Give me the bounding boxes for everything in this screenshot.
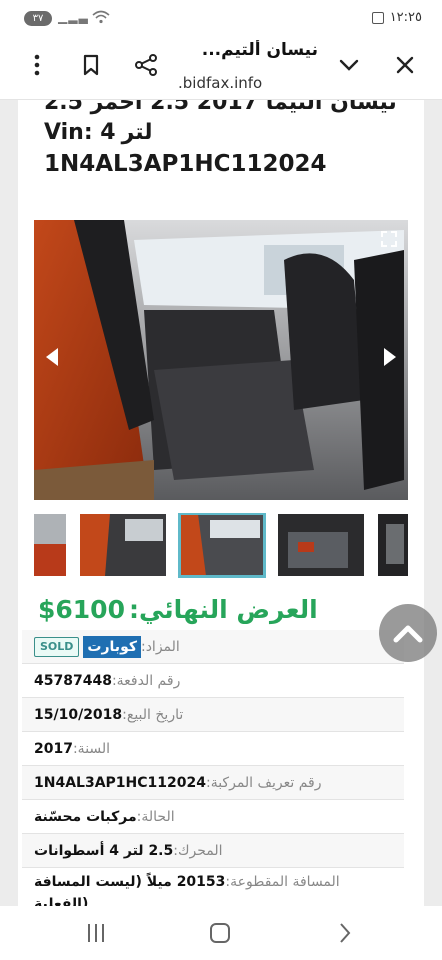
title-line-2: Vin: 4 لتر: [44, 118, 398, 148]
page-viewport[interactable]: نيسان ألتيما 2017 2.5 أحمر 2.5 Vin: 4 لت…: [0, 100, 442, 906]
home-icon[interactable]: [210, 923, 230, 943]
lot-label: رقم الدفعة:: [111, 672, 181, 689]
year-label: السنة:: [72, 740, 111, 757]
recents-icon[interactable]: [86, 922, 106, 944]
engine-value: 2.5 لتر 4 أسطوانات: [34, 842, 174, 859]
listing-content: نيسان ألتيما 2017 2.5 أحمر 2.5 Vin: 4 لت…: [18, 100, 424, 906]
lot-value: 45787448: [34, 672, 112, 689]
price-label: العرض النهائي:: [128, 594, 318, 624]
thumbnail[interactable]: [34, 514, 66, 576]
close-icon[interactable]: [390, 50, 420, 80]
sale-date-label: تاريخ البيع:: [122, 706, 184, 723]
gallery-next-icon[interactable]: [384, 348, 396, 366]
expand-icon[interactable]: [380, 230, 398, 248]
back-icon[interactable]: [338, 922, 352, 944]
bookmark-icon[interactable]: [76, 50, 106, 80]
mileage-value-cont: الفعلية): [34, 896, 89, 906]
page-url[interactable]: .bidfax.info: [178, 74, 318, 92]
year-value: 2017: [34, 740, 73, 757]
share-icon[interactable]: [131, 50, 161, 80]
thumbnail[interactable]: [80, 514, 166, 576]
row-lot: 45787448 رقم الدفعة:: [22, 664, 404, 698]
row-sale-date: 15/10/2018 تاريخ البيع:: [22, 698, 404, 732]
title-vin-prefix: Vin: 4: [44, 120, 116, 145]
signal-icon: ▁▂▃: [58, 10, 89, 24]
title-line-1: نيسان ألتيما 2017 2.5 أحمر 2.5: [44, 100, 397, 115]
chevron-down-icon[interactable]: [334, 50, 364, 80]
row-condition: مركبات محسّنة الحالة:: [22, 800, 404, 834]
status-time: ١٢:٢٥: [389, 10, 422, 25]
page-title: نيسان ألتيم...: [201, 40, 318, 60]
wifi-icon: [92, 10, 110, 24]
row-vin: 1N4AL3AP1HC112024 رقم تعريف المركبة:: [22, 766, 404, 800]
car-interior-photo: [34, 220, 408, 500]
thumbnail[interactable]: [378, 514, 408, 576]
condition-label: الحالة:: [136, 808, 175, 825]
row-year: 2017 السنة:: [22, 732, 404, 766]
status-bar: ٣٧ ▁▂▃ ١٢:٢٥: [0, 0, 442, 36]
menu-dots-icon[interactable]: [22, 50, 52, 80]
title-vin: 1N4AL3AP1HC112024: [44, 151, 327, 177]
gallery-prev-icon[interactable]: [46, 348, 58, 366]
listing-title: نيسان ألتيما 2017 2.5 أحمر 2.5 Vin: 4 لت…: [18, 100, 424, 180]
chevron-up-icon: [393, 625, 423, 643]
row-mileage: 20153 ميلاً (ليست المسافة المسافة المقطو…: [22, 868, 404, 906]
auction-house-badge[interactable]: كوبارت: [83, 635, 141, 658]
mileage-value: 20153 ميلاً (ليست المسافة: [34, 874, 226, 890]
thumbnail-selected[interactable]: [178, 513, 266, 578]
browser-toolbar: نيسان ألتيم... .bidfax.info: [0, 36, 442, 100]
final-price: $6100 العرض النهائي:: [38, 590, 358, 628]
row-auction: SOLD كوبارت المزاد:: [22, 630, 404, 664]
row-engine: 2.5 لتر 4 أسطوانات المحرك:: [22, 834, 404, 868]
mileage-label: المسافة المقطوعة:: [225, 874, 340, 890]
scroll-top-button[interactable]: [379, 604, 437, 662]
details-table: SOLD كوبارت المزاد: 45787448 رقم الدفعة:…: [22, 630, 404, 906]
sale-date-value: 15/10/2018: [34, 706, 123, 723]
thumbnail-strip: [34, 513, 408, 579]
auction-label: المزاد:: [140, 638, 180, 655]
thumbnail[interactable]: [278, 514, 364, 576]
title-litre: لتر: [121, 120, 153, 145]
condition-value: مركبات محسّنة: [34, 808, 137, 825]
screen-record-icon: [372, 12, 384, 24]
sold-badge: SOLD: [34, 636, 80, 657]
main-photo[interactable]: [34, 220, 408, 500]
battery-indicator: ٣٧: [24, 11, 52, 26]
price-amount: $6100: [38, 594, 125, 624]
system-nav-bar: [0, 906, 442, 960]
vin-label: رقم تعريف المركبة:: [205, 774, 322, 791]
vin-value: 1N4AL3AP1HC112024: [34, 774, 206, 791]
engine-label: المحرك:: [173, 842, 223, 859]
